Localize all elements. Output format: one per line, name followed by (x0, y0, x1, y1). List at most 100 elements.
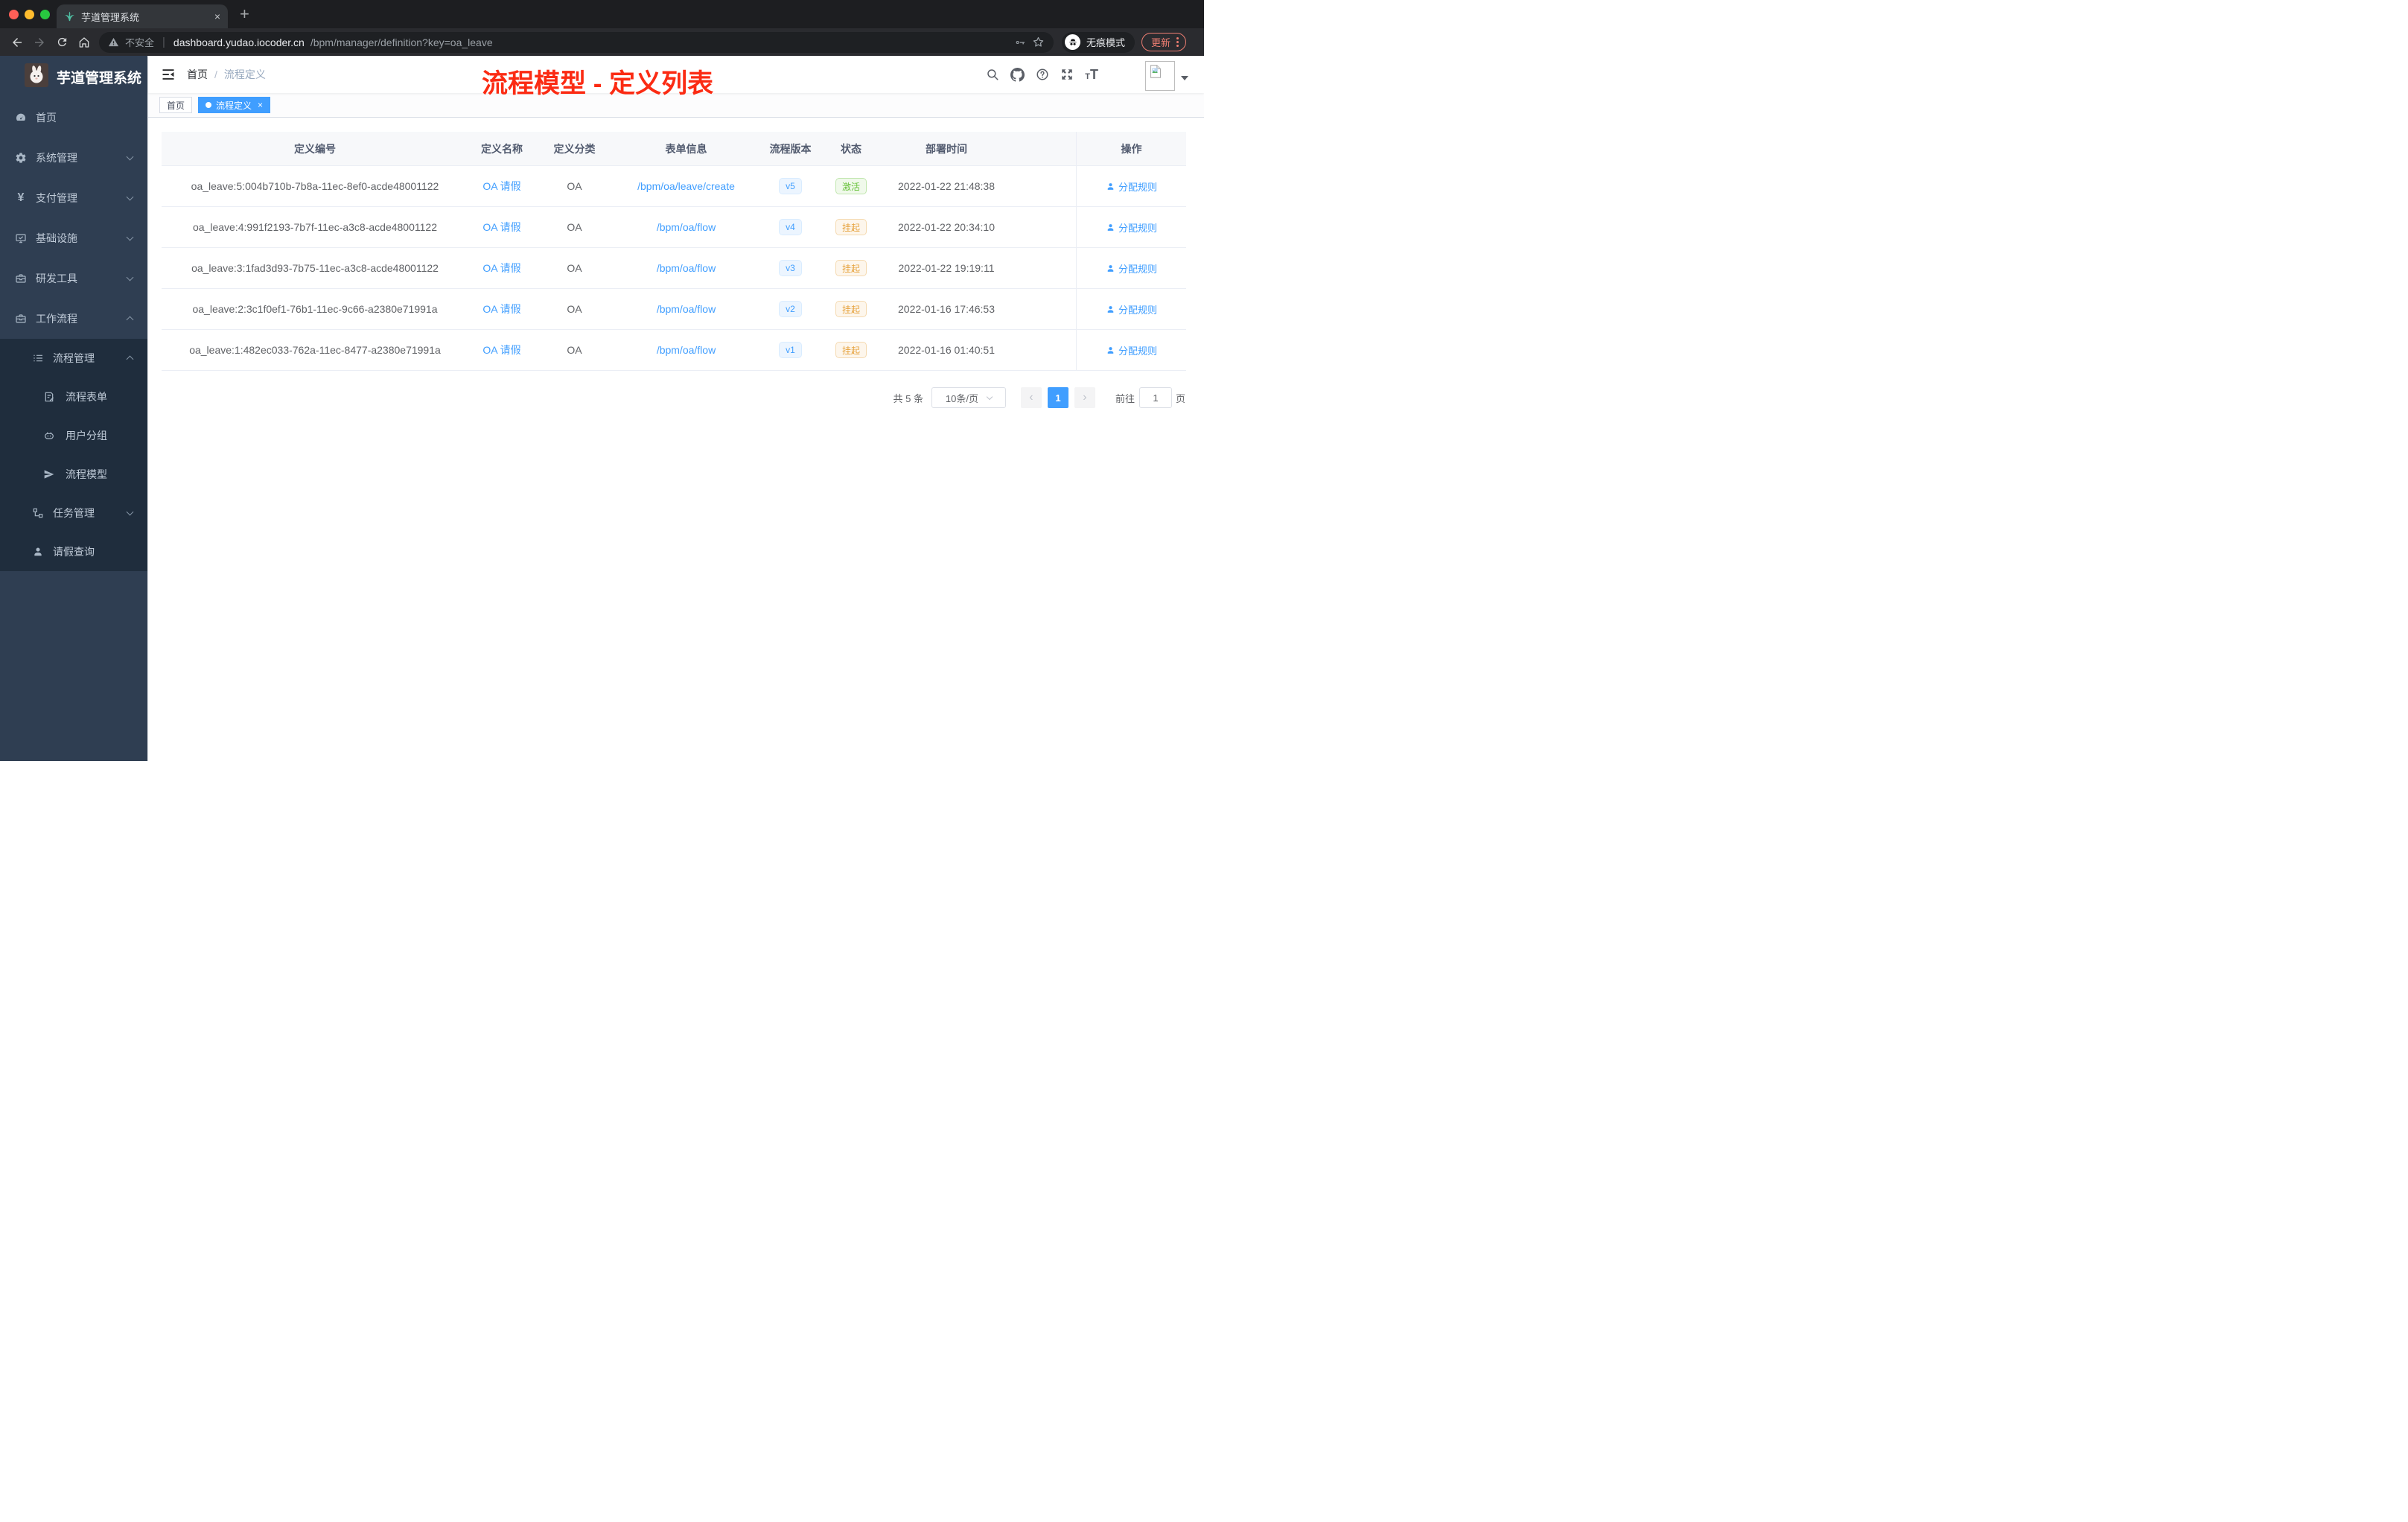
status-badge: 挂起 (835, 342, 867, 358)
help-icon[interactable] (1036, 68, 1049, 81)
assign-rule-link[interactable]: 分配规则 (1106, 261, 1157, 276)
form-info-link[interactable]: /bpm/oa/leave/create (637, 180, 735, 192)
tag-0[interactable]: 首页 (159, 97, 193, 113)
sidebar-item-menu-4[interactable]: 研发工具 (0, 258, 147, 299)
definition-name-cell: OA 请假 (468, 289, 535, 329)
close-window-button[interactable] (9, 10, 19, 19)
toolbox-icon (15, 313, 27, 325)
row-filler (1013, 166, 1076, 206)
home-icon[interactable] (73, 31, 95, 54)
new-tab-button[interactable]: + (240, 4, 249, 25)
next-page-button[interactable]: › (1074, 387, 1095, 408)
back-icon[interactable] (6, 31, 28, 54)
page-size-value: 10条/页 (945, 392, 978, 404)
definition-name-link[interactable]: OA 请假 (482, 261, 520, 276)
tree-icon (32, 507, 44, 519)
tag-label: 流程定义 (216, 100, 252, 111)
user-avatar[interactable] (1145, 61, 1175, 91)
column-header-0: 定义编号 (294, 142, 336, 155)
monitor-icon (15, 232, 27, 244)
sidebar-item-submenu-3[interactable]: 流程模型 (0, 455, 147, 494)
form-info-link[interactable]: /bpm/oa/flow (657, 221, 716, 233)
forward-icon[interactable] (28, 31, 51, 54)
version-cell: v3 (759, 248, 822, 288)
sidebar-item-submenu-1[interactable]: 流程表单 (0, 378, 147, 416)
update-label[interactable]: 更新 (1151, 35, 1170, 49)
definition-name-link[interactable]: OA 请假 (482, 220, 520, 235)
page-1-button[interactable]: 1 (1047, 387, 1068, 408)
browser-update-menu[interactable]: 更新 (1141, 33, 1187, 51)
form-info-link[interactable]: /bpm/oa/flow (657, 303, 716, 315)
sidebar-item-submenu-0[interactable]: 流程管理 (0, 339, 147, 378)
definition-id: oa_leave:2:3c1f0ef1-76b1-11ec-9c66-a2380… (192, 303, 438, 315)
assign-rule-label: 分配规则 (1118, 263, 1157, 275)
goto-page-input[interactable] (1138, 387, 1172, 408)
assign-rule-link[interactable]: 分配规则 (1106, 179, 1157, 194)
status-badge: 挂起 (835, 260, 867, 276)
version-badge: v5 (779, 178, 802, 194)
sidebar-item-label: 流程表单 (66, 391, 107, 403)
chevron-down-icon (126, 273, 134, 281)
form-info-link[interactable]: /bpm/oa/flow (657, 262, 716, 274)
definition-name-link[interactable]: OA 请假 (482, 343, 520, 357)
page-size-select[interactable]: 10条/页 (931, 387, 1006, 408)
minimize-window-button[interactable] (25, 10, 34, 19)
form-info-cell: /bpm/oa/flow (614, 248, 759, 288)
avatar-caret-icon[interactable] (1181, 76, 1188, 84)
logo-avatar (25, 63, 48, 91)
bookmark-star-icon[interactable] (1032, 36, 1045, 48)
definition-name-link[interactable]: OA 请假 (482, 179, 520, 194)
assign-rule-link[interactable]: 分配规则 (1106, 302, 1157, 316)
sidebar-item-label: 系统管理 (36, 152, 77, 164)
deploy-time: 2022-01-22 20:34:10 (898, 221, 995, 233)
active-tag-dot (206, 102, 212, 108)
security-label[interactable]: 不安全 (125, 35, 154, 49)
password-key-icon[interactable] (1014, 36, 1026, 48)
column-header-filler (1013, 132, 1076, 165)
goto-label: 前往 (1115, 392, 1135, 404)
assign-rule-link[interactable]: 分配规则 (1106, 220, 1157, 235)
sidebar-item-menu-1[interactable]: 系统管理 (0, 138, 147, 178)
sidebar-item-label: 用户分组 (66, 430, 107, 442)
fullscreen-icon[interactable] (1060, 68, 1074, 81)
prev-page-button[interactable]: ‹ (1020, 387, 1042, 408)
sidebar-item-label: 支付管理 (36, 192, 77, 204)
sidebar-item-submenu-2[interactable]: 用户分组 (0, 416, 147, 455)
definition-name-link[interactable]: OA 请假 (482, 302, 520, 316)
text-size-icon[interactable]: TT (1085, 68, 1098, 81)
github-icon[interactable] (1010, 67, 1025, 82)
sidebar-logo[interactable]: 芋道管理系统 (0, 56, 147, 98)
sidebar-item-menu-2[interactable]: ¥ 支付管理 (0, 178, 147, 218)
address-field[interactable]: 不安全 | dashboard.yudao.iocoder.cn/bpm/man… (99, 31, 1054, 53)
sidebar-item-label: 流程模型 (66, 468, 107, 480)
definition-name-cell: OA 请假 (468, 248, 535, 288)
sidebar-item-menu-0[interactable]: 首页 (0, 98, 147, 138)
tag-close-icon[interactable]: × (258, 101, 263, 109)
tab-close-icon[interactable]: × (214, 10, 220, 22)
breadcrumb-home[interactable]: 首页 (187, 67, 208, 82)
sidebar-item-menu-3[interactable]: 基础设施 (0, 218, 147, 258)
assign-rule-link[interactable]: 分配规则 (1106, 343, 1157, 357)
tag-1[interactable]: 流程定义 × (198, 97, 271, 113)
user-icon (1106, 182, 1115, 191)
sidebar-item-submenu-4[interactable]: 任务管理 (0, 494, 147, 532)
pagination: 共 5 条 10条/页 ‹ 1 › 前往 页 (162, 387, 1185, 408)
status-cell: 激活 (822, 166, 880, 206)
zoom-window-button[interactable] (40, 10, 50, 19)
page-unit-label: 页 (1175, 392, 1185, 404)
toolbox-icon (15, 273, 27, 284)
sidebar-item-menu-5[interactable]: 工作流程 (0, 299, 147, 339)
sidebar-item-submenu-5[interactable]: 请假查询 (0, 532, 147, 571)
sidebar-toggle-icon[interactable] (161, 67, 176, 82)
form-info-link[interactable]: /bpm/oa/flow (657, 344, 716, 356)
search-icon[interactable] (986, 68, 999, 81)
definition-category: OA (567, 262, 582, 274)
browser-tab[interactable]: 芋道管理系统 × (57, 4, 228, 28)
chevron-up-icon (126, 355, 134, 363)
total-count: 共 5 条 (893, 392, 923, 404)
reload-icon[interactable] (51, 31, 73, 54)
action-cell: 分配规则 (1076, 166, 1186, 206)
menu-dots-icon[interactable] (1176, 37, 1179, 47)
action-cell: 分配规则 (1076, 207, 1186, 247)
url-path: /bpm/manager/definition?key=oa_leave (310, 36, 493, 48)
